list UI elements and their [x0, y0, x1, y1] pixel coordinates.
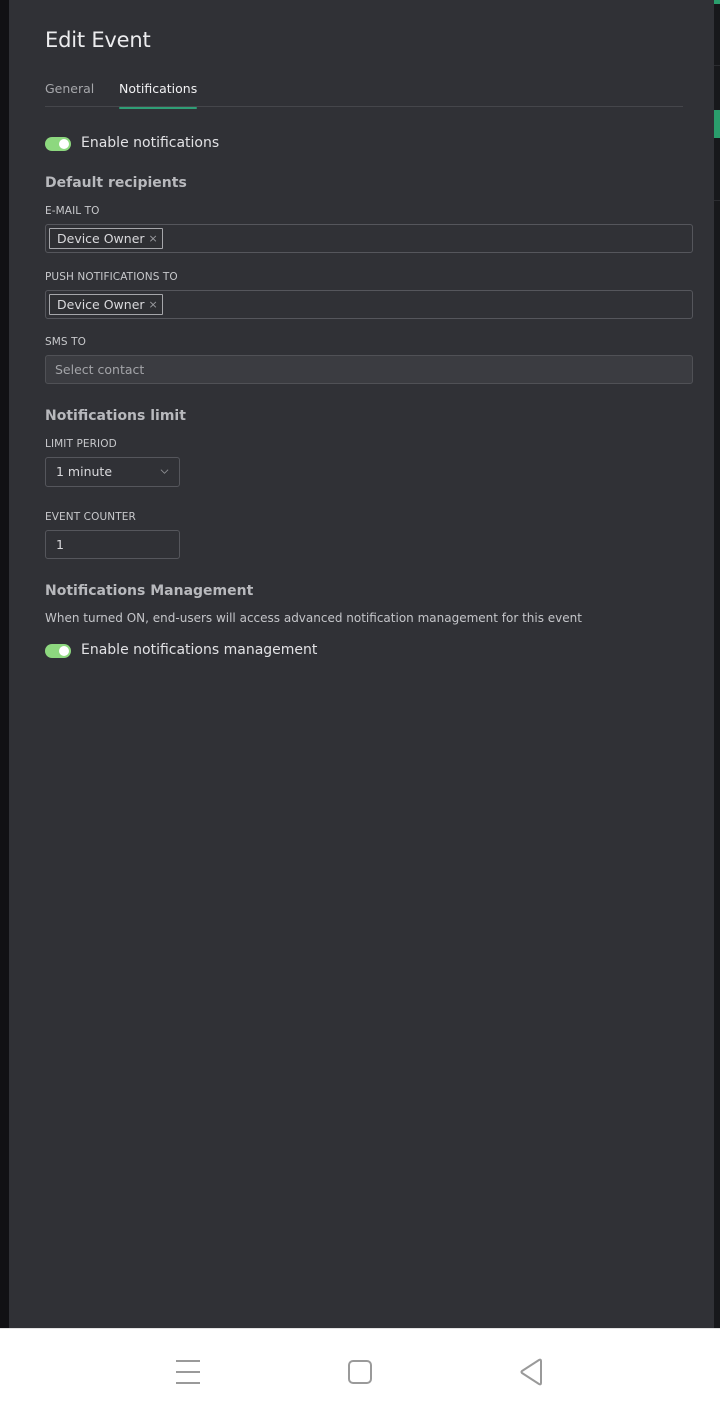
page-title: Edit Event: [45, 28, 151, 52]
event-counter-label: EVENT COUNTER: [45, 511, 136, 523]
tab-bar: General Notifications: [45, 78, 683, 109]
notifications-management-heading: Notifications Management: [45, 583, 254, 599]
recipient-chip: Device Owner ×: [49, 228, 163, 249]
sms-to-select[interactable]: Select contact: [45, 355, 693, 384]
edit-event-panel: Edit Event General Notifications Enable …: [9, 0, 714, 1328]
push-to-label: PUSH NOTIFICATIONS TO: [45, 271, 178, 283]
system-navigation-bar: [0, 1328, 720, 1414]
event-counter-input[interactable]: 1: [45, 530, 180, 559]
notifications-limit-heading: Notifications limit: [45, 408, 186, 424]
chevron-down-icon: [160, 469, 169, 474]
peek-divider: [714, 65, 720, 66]
backdrop-left-edge: [0, 0, 9, 1328]
menu-icon[interactable]: [173, 1357, 203, 1387]
email-to-label: E-MAIL TO: [45, 205, 100, 217]
limit-period-value: 1 minute: [56, 464, 113, 479]
back-icon[interactable]: [517, 1357, 547, 1387]
home-icon[interactable]: [345, 1357, 375, 1387]
toggle-knob: [59, 646, 69, 656]
tab-notifications[interactable]: Notifications: [119, 81, 198, 109]
peek-accent-button: [714, 110, 720, 138]
recipient-chip: Device Owner ×: [49, 294, 163, 315]
notifications-management-description: When turned ON, end-users will access ad…: [45, 611, 582, 625]
background-page-peek: [714, 0, 720, 1328]
enable-notifications-management-label: Enable notifications management: [81, 642, 318, 658]
remove-chip-icon[interactable]: ×: [149, 232, 158, 245]
peek-accent-top: [714, 0, 720, 4]
remove-chip-icon[interactable]: ×: [149, 298, 158, 311]
peek-divider: [714, 200, 720, 201]
email-to-input[interactable]: Device Owner ×: [45, 224, 693, 253]
enable-notifications-label: Enable notifications: [81, 135, 220, 151]
limit-period-label: LIMIT PERIOD: [45, 438, 117, 450]
enable-notifications-management-toggle[interactable]: [45, 644, 71, 658]
default-recipients-heading: Default recipients: [45, 175, 187, 191]
sms-to-label: SMS TO: [45, 336, 87, 348]
push-to-input[interactable]: Device Owner ×: [45, 290, 693, 319]
limit-period-dropdown[interactable]: 1 minute: [45, 457, 180, 487]
chip-label: Device Owner: [57, 297, 145, 312]
toggle-knob: [59, 139, 69, 149]
tab-general[interactable]: General: [45, 81, 94, 107]
chip-label: Device Owner: [57, 231, 145, 246]
enable-notifications-toggle[interactable]: [45, 137, 71, 151]
